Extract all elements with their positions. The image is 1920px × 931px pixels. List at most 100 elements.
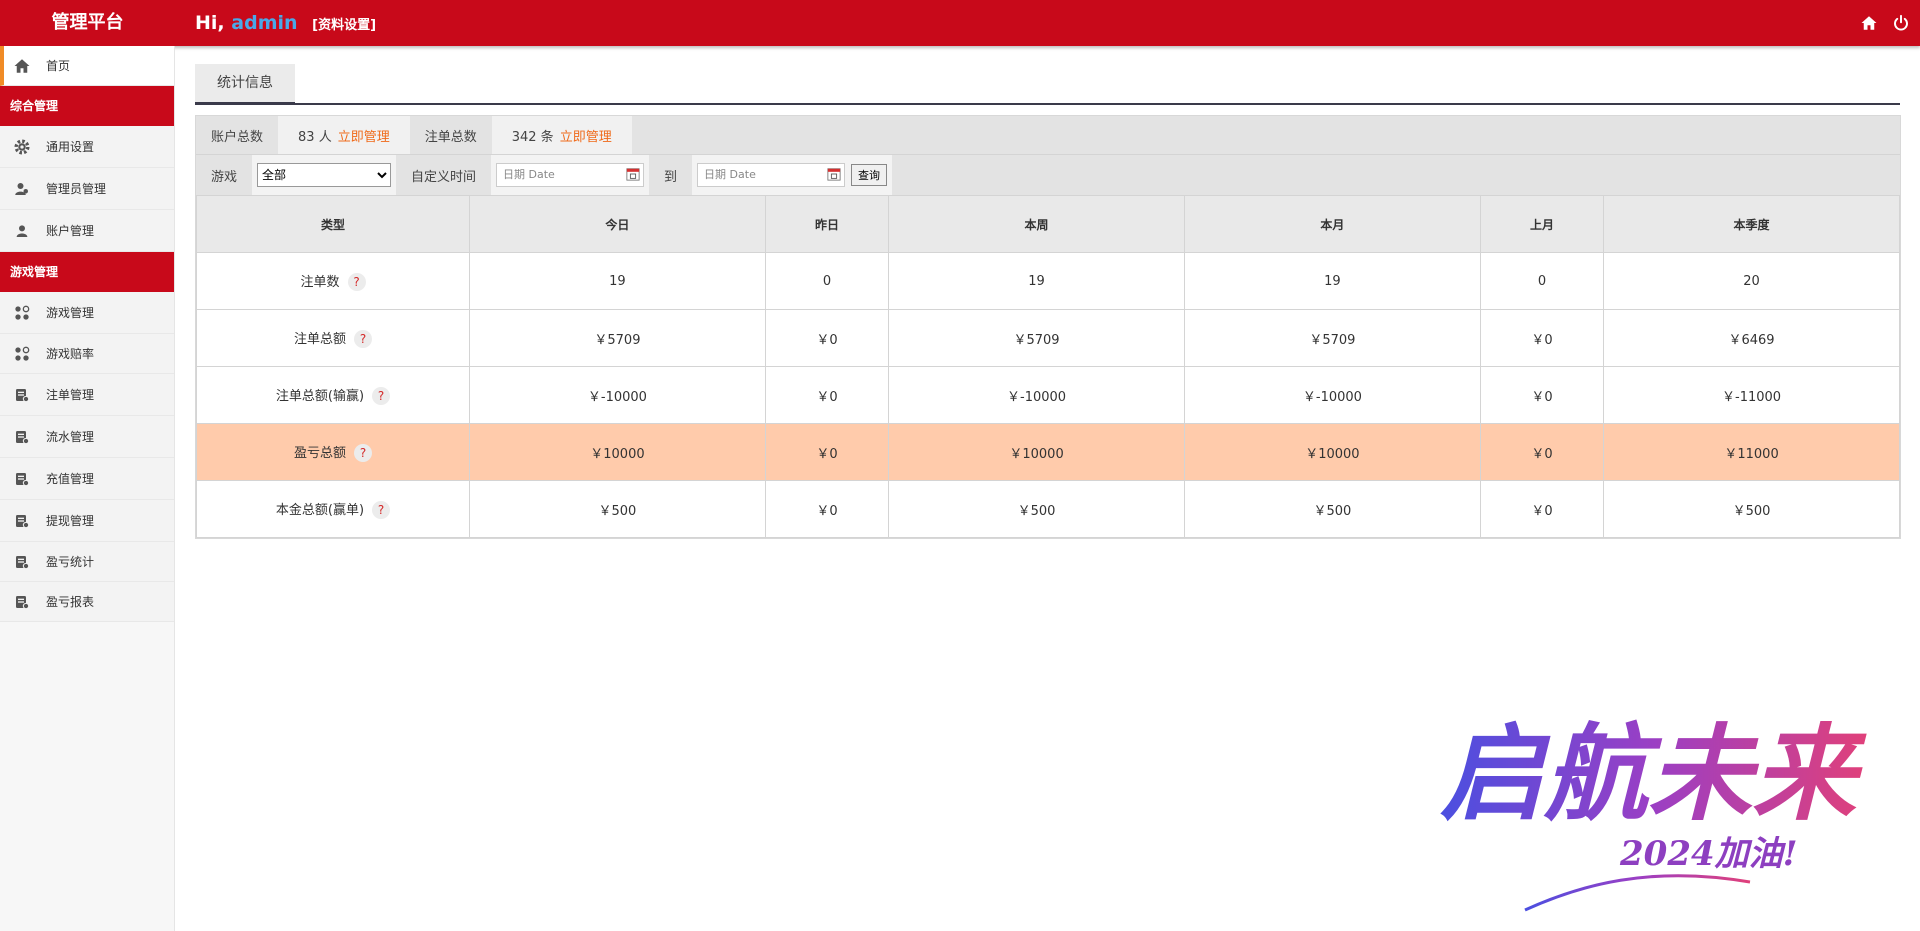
report-icon: [12, 427, 32, 447]
start-date-input[interactable]: 日期 Date: [496, 163, 645, 189]
accounts-total-value: 83 人 立即管理: [278, 116, 410, 154]
table-cell: ￥0: [764, 480, 890, 538]
top-icons: [1860, 0, 1910, 46]
sidebar-item-settings[interactable]: 通用设置: [0, 126, 174, 168]
summary-row: 账户总数 83 人 立即管理 注单总数 342 条 立即管理: [196, 116, 1900, 155]
home-icon[interactable]: [1860, 14, 1878, 32]
game-select[interactable]: 全部: [257, 163, 392, 187]
column-header: 本月: [1183, 195, 1481, 253]
table-cell: ￥-10000: [888, 366, 1185, 424]
table-cell: ￥0: [1479, 423, 1605, 481]
calendar-icon[interactable]: [626, 167, 640, 189]
sidebar-item-profit-report[interactable]: 盈亏报表: [0, 582, 174, 622]
column-header: 今日: [469, 195, 766, 253]
greeting: Hi, admin [资料设置]: [195, 0, 376, 46]
sidebar-item-home[interactable]: 首页: [0, 46, 174, 86]
help-icon[interactable]: ?: [372, 387, 391, 405]
filter-row: 游戏 全部 自定义时间 日期 Date 到 日期 Date 查询: [196, 155, 1900, 195]
sidebar-item-label: 通用设置: [46, 140, 95, 154]
profile-settings-link[interactable]: [资料设置]: [312, 18, 376, 33]
table-row: 注单总额? ￥5709 ￥0 ￥5709 ￥5709 ￥0 ￥6469: [196, 309, 1900, 367]
column-header: 本周: [888, 195, 1185, 253]
table-cell: 19: [888, 252, 1185, 310]
table-cell: ￥500: [1183, 480, 1481, 538]
row-type-cell: 注单总额(输赢)?: [196, 366, 470, 424]
table-cell: ￥0: [764, 309, 890, 367]
end-date-input[interactable]: 日期 Date: [697, 163, 846, 189]
report-icon: [12, 511, 32, 531]
table-header-row: 类型 今日 昨日 本周 本月 上月 本季度: [196, 195, 1900, 253]
watermark-sub: 2024加油!: [1619, 834, 1798, 874]
orders-manage-link[interactable]: 立即管理: [560, 126, 612, 145]
query-button[interactable]: 查询: [851, 164, 888, 186]
sidebar-group-general[interactable]: 综合管理: [0, 86, 174, 126]
row-type-cell: 注单数?: [196, 252, 470, 310]
table-cell: ￥5709: [1183, 309, 1481, 367]
end-date-placeholder: 日期 Date: [704, 168, 756, 181]
table-cell: ￥500: [1603, 480, 1900, 538]
table-row: 盈亏总额? ￥10000 ￥0 ￥10000 ￥10000 ￥0 ￥11000: [196, 423, 1900, 481]
report-icon: [12, 469, 32, 489]
table-cell: ￥11000: [1603, 423, 1900, 481]
apps-icon: [12, 344, 32, 364]
sidebar-item-label: 流水管理: [46, 430, 95, 444]
accounts-manage-link[interactable]: 立即管理: [338, 126, 390, 145]
tab-statistics[interactable]: 统计信息: [195, 64, 295, 105]
sidebar-item-recharge[interactable]: 充值管理: [0, 458, 174, 500]
help-icon[interactable]: ?: [354, 444, 372, 462]
sidebar-item-label: 首页: [46, 59, 71, 73]
column-header: 昨日: [764, 195, 890, 253]
game-select-box: 全部: [252, 155, 397, 195]
sidebar-item-label: 管理员管理: [46, 182, 107, 196]
orders-total-value: 342 条 立即管理: [491, 116, 632, 154]
sidebar: 首页 综合管理 通用设置 管理员管理 账户管理 游戏管理 游戏管理 游戏赔率 注…: [0, 46, 175, 931]
to-label: 到: [664, 169, 678, 185]
table-cell: ￥500: [888, 480, 1185, 538]
power-icon[interactable]: [1892, 14, 1910, 32]
sidebar-item-accounts[interactable]: 账户管理: [0, 210, 174, 252]
column-header: 上月: [1479, 195, 1605, 253]
start-date-placeholder: 日期 Date: [503, 168, 555, 181]
sidebar-item-game-odds[interactable]: 游戏赔率: [0, 334, 174, 374]
sidebar-item-profit-stats[interactable]: 盈亏统计: [0, 542, 174, 582]
table-cell: ￥0: [1479, 309, 1605, 367]
sidebar-item-label: 提现管理: [46, 514, 95, 528]
statistics-panel: 账户总数 83 人 立即管理 注单总数 342 条 立即管理 游戏 全部 自定义…: [195, 115, 1901, 539]
custom-time-label: 自定义时间: [411, 169, 477, 185]
username: admin: [231, 12, 298, 34]
start-date-box: 日期 Date: [491, 155, 650, 195]
help-icon[interactable]: ?: [354, 330, 372, 348]
sidebar-item-game-manage[interactable]: 游戏管理: [0, 292, 174, 334]
sidebar-group-games[interactable]: 游戏管理: [0, 252, 174, 292]
calendar-icon[interactable]: [827, 167, 841, 189]
help-icon[interactable]: ?: [372, 501, 391, 519]
row-type-label: 本金总额(赢单): [275, 503, 365, 518]
table-cell: ￥0: [1479, 480, 1605, 538]
report-icon: [12, 385, 32, 405]
sidebar-item-orders[interactable]: 注单管理: [0, 374, 174, 416]
sidebar-item-label: 盈亏统计: [46, 555, 95, 569]
top-bar: 管理平台 Hi, admin [资料设置]: [0, 0, 1920, 46]
row-type-label: 注单总额(输赢): [275, 389, 365, 404]
help-icon[interactable]: ?: [347, 273, 366, 291]
row-type-cell: 注单总额?: [196, 309, 470, 367]
sidebar-item-withdraw[interactable]: 提现管理: [0, 500, 174, 542]
game-label: 游戏: [211, 169, 238, 185]
watermark-swoosh: [1524, 874, 1751, 912]
table-cell: ￥-10000: [469, 366, 766, 424]
table-cell: 19: [469, 252, 766, 310]
report-icon: [12, 592, 32, 612]
sidebar-item-flow[interactable]: 流水管理: [0, 416, 174, 458]
table-cell: ￥0: [1479, 366, 1605, 424]
row-type-cell: 本金总额(赢单)?: [196, 480, 470, 538]
sidebar-item-label: 游戏赔率: [46, 347, 95, 361]
table-cell: ￥0: [764, 423, 890, 481]
sidebar-item-admins[interactable]: 管理员管理: [0, 168, 174, 210]
sidebar-item-label: 账户管理: [46, 224, 95, 238]
table-row: 注单总额(输赢)? ￥-10000 ￥0 ￥-10000 ￥-10000 ￥0 ￥-1100…: [196, 366, 1900, 424]
orders-count: 342 条: [511, 129, 554, 145]
report-icon: [12, 552, 32, 572]
accounts-count: 83 人: [298, 129, 332, 145]
home-icon: [12, 56, 32, 76]
table-cell: ￥5709: [888, 309, 1185, 367]
